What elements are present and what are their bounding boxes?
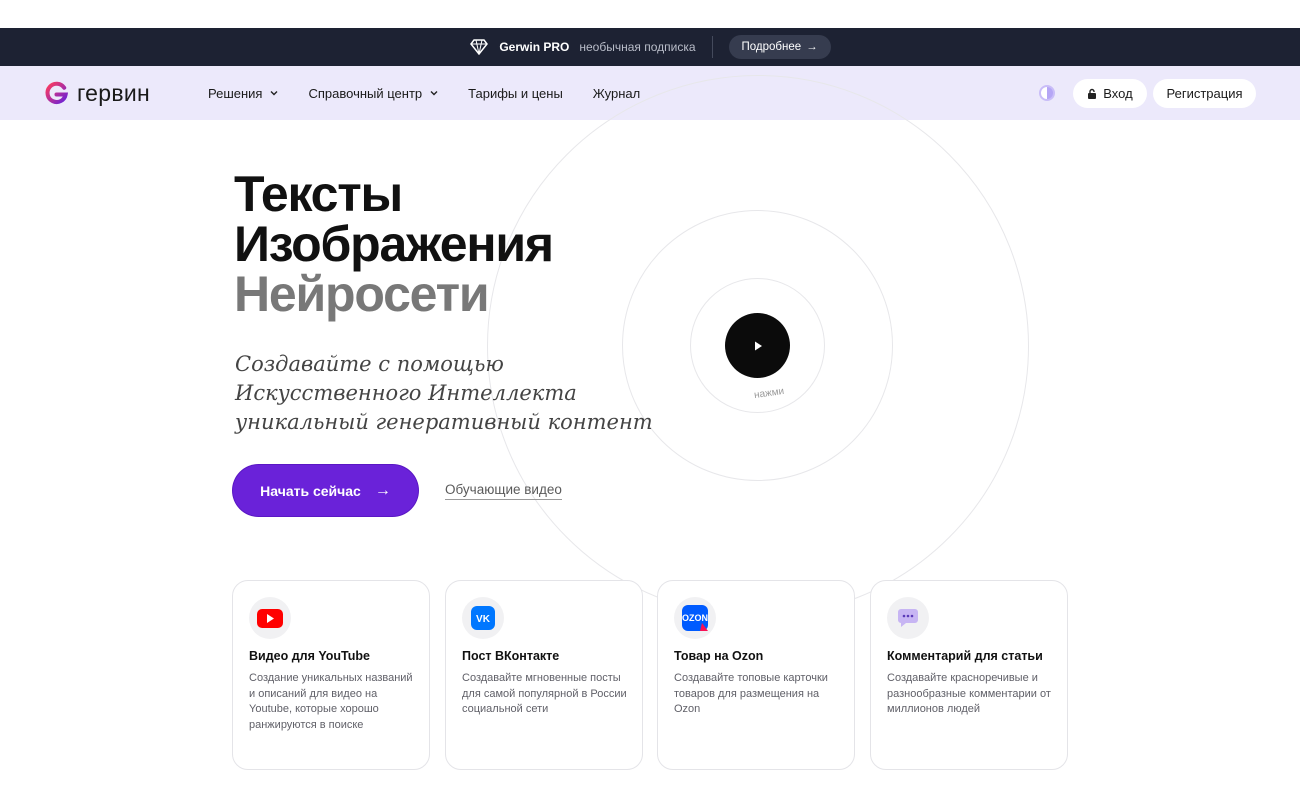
hero-title-line-2: Изображения — [234, 216, 554, 272]
chevron-down-icon — [270, 91, 278, 96]
logo[interactable]: гервин — [44, 80, 150, 107]
promo-tagline: необычная подписка — [579, 40, 696, 54]
start-now-button[interactable]: Начать сейчас → — [233, 465, 418, 516]
promo-bar: Gerwin PRO необычная подписка Подробнее … — [0, 28, 1300, 66]
card-vk[interactable]: VK Пост ВКонтакте Создавайте мгновенные … — [445, 580, 643, 770]
nav-item-label: Журнал — [592, 85, 641, 101]
diamond-icon — [469, 37, 489, 57]
hero-subtitle: Создавайте с помощью Искусственного Инте… — [235, 352, 653, 434]
nav-item-label: Справочный центр — [308, 85, 423, 101]
theme-toggle-icon[interactable] — [1039, 85, 1055, 101]
promo-more-label: Подробнее — [741, 41, 802, 53]
card-description: Создание уникальных названий и описаний … — [249, 672, 413, 731]
card-description: Создавайте мгновенные посты для самой по… — [462, 672, 627, 715]
nav-menu: Решения Справочный центр Тарифы и цены Ж… — [208, 66, 640, 120]
promo-divider — [711, 36, 713, 58]
play-icon — [754, 341, 762, 350]
nav-item-journal[interactable]: Журнал — [593, 86, 640, 101]
tutorial-videos-link[interactable]: Обучающие видео — [445, 482, 562, 500]
promo-brand: Gerwin PRO — [499, 40, 570, 54]
nav-item-label: Тарифы и цены — [468, 85, 563, 101]
chevron-down-icon — [430, 91, 438, 96]
hero-title-line-1: Тексты — [234, 166, 403, 222]
svg-text:OZON: OZON — [682, 613, 708, 623]
card-title: Комментарий для статьи — [887, 649, 1043, 663]
login-button[interactable]: Вход — [1073, 79, 1147, 108]
hero-title-line-3: Нейросети — [234, 266, 490, 322]
play-video-button[interactable] — [725, 313, 790, 378]
register-button[interactable]: Регистрация — [1153, 79, 1256, 108]
card-description: Создавайте красноречивые и разнообразные… — [887, 672, 1051, 715]
card-youtube[interactable]: Видео для YouTube Создание уникальных на… — [232, 580, 430, 770]
nav-item-label: Решения — [208, 85, 263, 101]
nav-item-solutions[interactable]: Решения — [208, 86, 278, 101]
youtube-icon — [249, 597, 291, 639]
comment-icon — [887, 597, 929, 639]
card-title: Товар на Ozon — [674, 649, 764, 663]
arrow-right-icon: → — [374, 481, 391, 499]
card-title: Видео для YouTube — [249, 649, 370, 663]
logo-icon — [45, 81, 69, 105]
logo-text: гервин — [77, 80, 151, 106]
register-label: Регистрация — [1166, 86, 1243, 101]
vk-icon: VK — [462, 597, 504, 639]
nav-item-pricing[interactable]: Тарифы и цены — [468, 86, 563, 101]
ozon-icon: OZON — [674, 597, 716, 639]
card-description: Создавайте топовые карточки товаров для … — [674, 672, 828, 715]
nav-item-help-center[interactable]: Справочный центр — [308, 86, 438, 101]
card-ozon[interactable]: OZON Товар на Ozon Создавайте топовые ка… — [657, 580, 855, 770]
lock-icon — [1088, 88, 1097, 99]
arrow-right-icon: → — [806, 41, 818, 53]
promo-more-button[interactable]: Подробнее → — [728, 35, 831, 59]
start-now-label: Начать сейчас — [260, 482, 361, 499]
login-label: Вход — [1103, 86, 1133, 101]
svg-text:VK: VK — [476, 614, 491, 625]
card-title: Пост ВКонтакте — [462, 649, 560, 663]
card-comment[interactable]: Комментарий для статьи Создавайте красно… — [870, 580, 1068, 770]
